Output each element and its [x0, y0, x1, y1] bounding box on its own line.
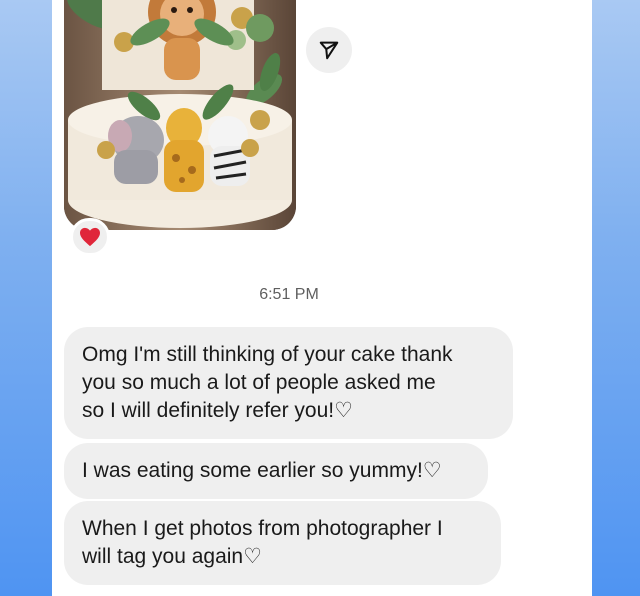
heart-icon [80, 227, 100, 247]
message-bubble[interactable]: I was eating some earlier so yummy!♡ [64, 443, 488, 499]
cake-photo [64, 0, 296, 230]
share-button[interactable] [306, 27, 352, 73]
heart-reaction[interactable] [70, 218, 110, 256]
message-bubble[interactable]: When I get photos from photographer I wi… [64, 501, 501, 585]
send-arrow-icon [319, 41, 339, 60]
message-timestamp: 6:51 PM [259, 286, 319, 303]
cake-photo-message[interactable] [64, 0, 296, 230]
message-bubble[interactable]: Omg I'm still thinking of your cake than… [64, 327, 513, 439]
chat-panel: 6:51 PM Omg I'm still thinking of your c… [52, 0, 592, 596]
